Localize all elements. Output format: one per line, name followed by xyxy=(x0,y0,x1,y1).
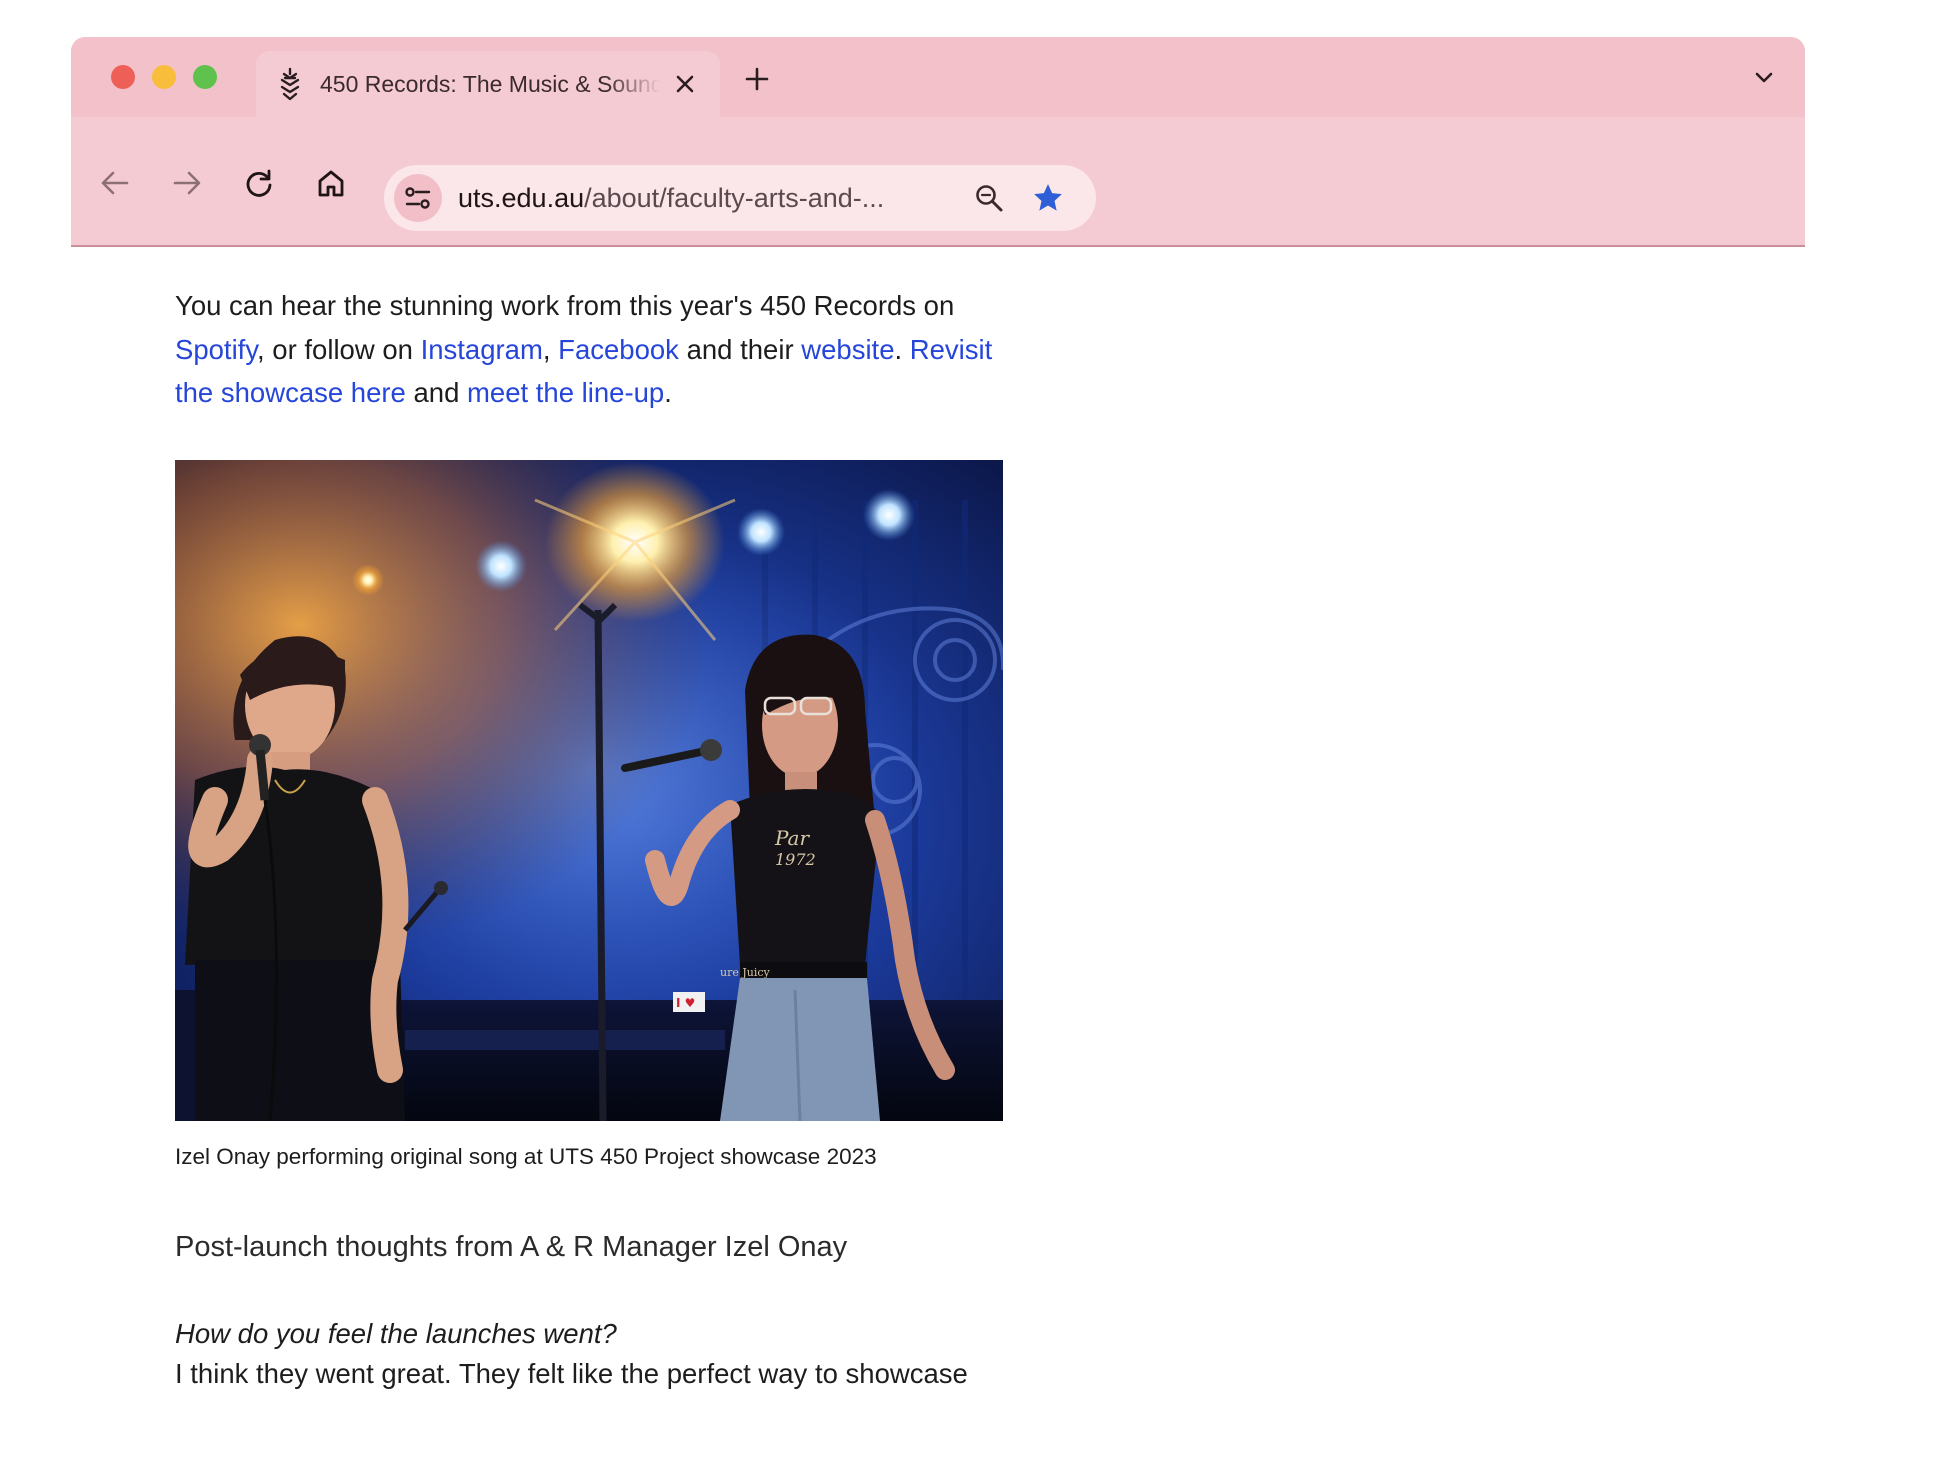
browser-toolbar: uts.edu.au/about/faculty-arts-and-... xyxy=(71,117,1805,247)
plus-icon[interactable] xyxy=(739,61,775,97)
url-path: /about/faculty-arts-and-... xyxy=(584,183,885,213)
interview-answer: I think they went great. They felt like … xyxy=(175,1358,968,1407)
interview-question: How do you feel the launches went? xyxy=(175,1318,617,1349)
minimize-window-button[interactable] xyxy=(152,65,176,89)
reload-icon[interactable] xyxy=(239,163,279,203)
article: You can hear the stunning work from this… xyxy=(175,247,1015,1407)
tune-icon[interactable] xyxy=(394,174,442,222)
address-bar[interactable]: uts.edu.au/about/faculty-arts-and-... xyxy=(384,165,1096,231)
url-text: uts.edu.au/about/faculty-arts-and-... xyxy=(458,183,884,214)
arrow-right-icon[interactable] xyxy=(167,163,207,203)
close-icon[interactable] xyxy=(670,69,700,99)
shirt-text: Par xyxy=(774,826,810,850)
intro-text: and xyxy=(405,377,468,408)
photo-caption: Izel Onay performing original song at UT… xyxy=(175,1144,877,1169)
intro-text: and their xyxy=(678,333,802,365)
uts-crest-icon xyxy=(276,67,304,101)
lineup-link[interactable]: meet the line-up xyxy=(467,377,664,408)
close-window-button[interactable] xyxy=(111,65,135,89)
intro-paragraph: You can hear the stunning work from this… xyxy=(175,284,1015,415)
performance-photo: Par 1972 ure Juicy I ♥ xyxy=(175,460,1003,1121)
browser-window: 450 Records: The Music & Sound Label xyxy=(71,37,1805,1407)
browser-tab[interactable]: 450 Records: The Music & Sound Label xyxy=(256,51,720,117)
intro-text: , xyxy=(542,333,559,365)
section-heading: Post-launch thoughts from A & R Manager … xyxy=(175,1231,848,1263)
arrow-left-icon[interactable] xyxy=(95,163,135,203)
page-content: You can hear the stunning work from this… xyxy=(71,247,1805,1407)
title-bar: 450 Records: The Music & Sound Label xyxy=(71,37,1805,117)
tab-title: 450 Records: The Music & Sound Label xyxy=(320,71,660,97)
shirt-text: 1972 xyxy=(775,850,816,869)
chevron-down-icon[interactable] xyxy=(1747,61,1781,95)
url-host: uts.edu.au xyxy=(458,183,585,213)
intro-text: . xyxy=(664,377,672,408)
instagram-link[interactable]: Instagram xyxy=(421,334,543,365)
maximize-window-button[interactable] xyxy=(193,65,217,89)
star-icon[interactable] xyxy=(1028,178,1068,218)
facebook-link[interactable]: Facebook xyxy=(558,334,679,365)
zoom-icon[interactable] xyxy=(970,179,1008,217)
waistband-text: ure Juicy xyxy=(720,966,771,979)
intro-text: . xyxy=(894,333,910,365)
spotify-link[interactable]: Spotify xyxy=(175,334,257,365)
website-link[interactable]: website xyxy=(801,334,894,365)
intro-text: , or follow on xyxy=(257,333,421,365)
sticker-text: I ♥ xyxy=(676,996,695,1010)
intro-text: You can hear the stunning work from this… xyxy=(175,290,955,321)
home-icon[interactable] xyxy=(311,163,351,203)
